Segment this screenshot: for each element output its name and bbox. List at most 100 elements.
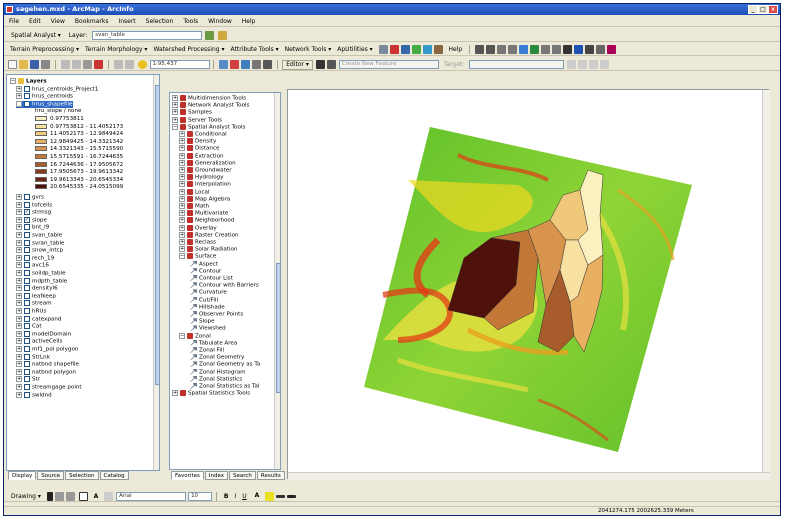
- edit-tool-icon[interactable]: [315, 60, 325, 69]
- visibility-checkbox[interactable]: ✓: [24, 216, 30, 223]
- toolbox-item[interactable]: + Spatial Statistics Tools: [172, 390, 250, 398]
- attribute-tools-menu[interactable]: Attribute Tools ▾: [227, 44, 281, 55]
- split-tool-icon[interactable]: [567, 60, 577, 69]
- expand-icon[interactable]: +: [16, 361, 22, 368]
- visibility-checkbox[interactable]: [24, 277, 30, 284]
- paste-icon[interactable]: [82, 60, 92, 69]
- target-dropdown[interactable]: [469, 60, 565, 69]
- measure-icon[interactable]: [596, 45, 606, 54]
- zoom-out-icon[interactable]: [486, 45, 496, 54]
- expand-icon[interactable]: +: [16, 368, 22, 375]
- fixed-zoom-icon[interactable]: [497, 45, 507, 54]
- toc-layer-item[interactable]: + mf1_pol polygon: [16, 346, 78, 354]
- expand-icon[interactable]: +: [179, 138, 185, 145]
- bold-button[interactable]: B: [221, 491, 232, 501]
- point-icon[interactable]: [389, 45, 399, 54]
- visibility-checkbox[interactable]: ✓: [24, 209, 30, 216]
- tab-source[interactable]: Source: [37, 471, 65, 480]
- new-icon[interactable]: [8, 60, 17, 69]
- visibility-checkbox[interactable]: [24, 368, 30, 375]
- visibility-checkbox[interactable]: [24, 384, 30, 390]
- toc-layer-item[interactable]: + svran_table: [16, 239, 64, 248]
- toc-layer-item[interactable]: + bnt_l9: [16, 224, 49, 232]
- sketch-tool-icon[interactable]: [326, 60, 336, 69]
- attributes-icon[interactable]: [589, 60, 599, 69]
- tab-index[interactable]: Index: [204, 471, 229, 480]
- visibility-checkbox[interactable]: [24, 391, 30, 398]
- toc-scroll-thumb[interactable]: [155, 85, 159, 385]
- expand-icon[interactable]: +: [179, 246, 185, 253]
- toc-layer-item[interactable]: + densityl6: [16, 285, 58, 293]
- expand-icon[interactable]: +: [16, 209, 22, 216]
- map-vertical-scrollbar[interactable]: [762, 90, 770, 472]
- fill-color-icon[interactable]: [265, 492, 275, 501]
- map-canvas[interactable]: [288, 90, 770, 480]
- globe-icon[interactable]: [422, 45, 432, 54]
- expand-icon[interactable]: +: [16, 93, 22, 100]
- menu-tools[interactable]: Tools: [178, 16, 203, 27]
- toc-layer-item[interactable]: + stream: [16, 300, 52, 308]
- expand-icon[interactable]: +: [179, 145, 185, 152]
- expand-icon[interactable]: +: [16, 239, 22, 246]
- tab-favorites[interactable]: Favorites: [171, 471, 204, 480]
- expand-icon[interactable]: +: [172, 109, 178, 116]
- visibility-checkbox[interactable]: [24, 376, 30, 383]
- cut-icon[interactable]: [60, 60, 70, 69]
- close-button[interactable]: ×: [768, 5, 778, 14]
- expand-icon[interactable]: +: [179, 231, 185, 238]
- fixed-zoom-out-icon[interactable]: [508, 45, 518, 54]
- expand-icon[interactable]: +: [179, 174, 185, 181]
- visibility-checkbox[interactable]: [24, 361, 30, 368]
- visibility-checkbox[interactable]: [24, 315, 30, 322]
- visibility-checkbox[interactable]: [24, 85, 30, 92]
- expand-icon[interactable]: +: [172, 95, 178, 101]
- visibility-checkbox[interactable]: [24, 285, 30, 292]
- toc-layer-item[interactable]: + Cat: [16, 323, 42, 331]
- menu-file[interactable]: File: [4, 16, 24, 27]
- command-line-icon[interactable]: [252, 60, 262, 69]
- expand-icon[interactable]: +: [16, 285, 22, 292]
- toc-layer-item[interactable]: + hrus_centroids_Project1: [16, 85, 98, 94]
- pan-icon[interactable]: [519, 45, 529, 54]
- menu-selection[interactable]: Selection: [141, 16, 179, 27]
- toc-layer-item[interactable]: + svan_table: [16, 232, 62, 240]
- new-text-button[interactable]: A: [91, 491, 102, 501]
- expand-icon[interactable]: +: [16, 254, 22, 261]
- expand-icon[interactable]: +: [16, 330, 22, 337]
- toc-layer-item[interactable]: + natbnd polygon: [16, 368, 76, 377]
- expand-icon[interactable]: +: [16, 338, 22, 345]
- terrain-morphology-menu[interactable]: Terrain Morphology ▾: [82, 44, 150, 55]
- toc-layer-item[interactable]: + ✓ slope: [16, 216, 47, 225]
- toolbox-scroll-thumb[interactable]: [276, 263, 280, 393]
- splined-text-icon[interactable]: [104, 492, 114, 501]
- italic-button[interactable]: I: [231, 491, 239, 501]
- visibility-checkbox[interactable]: [24, 247, 30, 254]
- toc-scrollbar[interactable]: [153, 75, 159, 470]
- expand-icon[interactable]: +: [16, 376, 22, 383]
- toc-layer-item[interactable]: + hrus_centroids: [16, 93, 73, 101]
- expand-icon[interactable]: +: [179, 152, 185, 159]
- visibility-checkbox[interactable]: [24, 232, 30, 238]
- font-dropdown[interactable]: Arial: [116, 492, 187, 501]
- toc-layer-item[interactable]: + mdpth_table: [16, 277, 67, 286]
- visibility-checkbox[interactable]: [24, 254, 30, 261]
- toc-layer-item[interactable]: + tofcells: [16, 201, 52, 210]
- undo-icon[interactable]: [113, 60, 123, 69]
- toc-layer-item[interactable]: + hRUs: [16, 308, 46, 316]
- expand-icon[interactable]: +: [179, 181, 185, 188]
- delete-icon[interactable]: [93, 60, 103, 69]
- expand-icon[interactable]: +: [16, 277, 22, 284]
- expand-icon[interactable]: +: [16, 308, 22, 314]
- underline-button[interactable]: U: [239, 491, 249, 501]
- scale-dropdown[interactable]: 1:95,437: [149, 60, 210, 69]
- minimize-button[interactable]: _: [748, 5, 758, 14]
- expand-icon[interactable]: +: [16, 353, 22, 360]
- copy-icon[interactable]: [71, 60, 81, 69]
- visibility-checkbox[interactable]: [24, 323, 30, 330]
- toc-layer-item[interactable]: + swldnd: [16, 391, 52, 400]
- toc-layer-item[interactable]: − ✓ hrus_shapefile: [16, 100, 73, 109]
- menu-insert[interactable]: Insert: [113, 16, 140, 27]
- menu-window[interactable]: Window: [203, 16, 237, 27]
- visibility-checkbox[interactable]: [24, 300, 30, 307]
- expand-icon[interactable]: +: [179, 195, 185, 202]
